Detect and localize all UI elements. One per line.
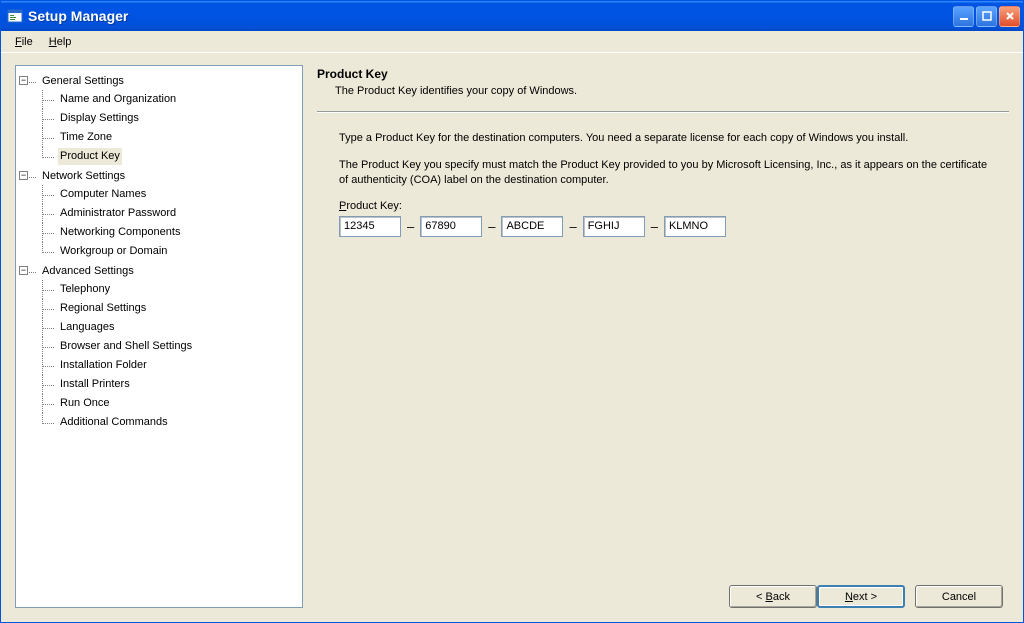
dash-icon: – [651, 219, 658, 234]
product-key-segment-5[interactable] [664, 216, 726, 237]
app-icon [7, 8, 23, 24]
tree-item-display-settings[interactable]: Display Settings [42, 110, 298, 127]
page-title: Product Key [317, 67, 1009, 81]
tree-item-run-once[interactable]: Run Once [42, 395, 298, 412]
tree-item-installation-folder[interactable]: Installation Folder [42, 357, 298, 374]
tree-item-administrator-password[interactable]: Administrator Password [42, 205, 298, 222]
titlebar[interactable]: Setup Manager [1, 1, 1023, 31]
wizard-buttons: < Back Next > Cancel [317, 575, 1009, 608]
product-key-label: Product Key: [339, 200, 989, 212]
tree-item-browser-shell[interactable]: Browser and Shell Settings [42, 338, 298, 355]
next-button[interactable]: Next > [817, 585, 905, 608]
tree-item-time-zone[interactable]: Time Zone [42, 129, 298, 146]
dash-icon: – [488, 219, 495, 234]
product-key-segment-3[interactable] [501, 216, 563, 237]
tree-expander-icon[interactable]: − [19, 171, 28, 180]
tree-item-name-organization[interactable]: Name and Organization [42, 91, 298, 108]
instruction-text-1: Type a Product Key for the destination c… [339, 131, 989, 146]
app-window: Setup Manager File Help − General Settin… [0, 0, 1024, 623]
back-button[interactable]: < Back [729, 585, 817, 608]
product-key-segment-1[interactable] [339, 216, 401, 237]
tree-item-install-printers[interactable]: Install Printers [42, 376, 298, 393]
tree-expander-icon[interactable]: − [19, 266, 28, 275]
product-key-segment-2[interactable] [420, 216, 482, 237]
navigation-tree[interactable]: − General Settings Name and Organization… [15, 65, 303, 608]
tree-item-advanced-settings[interactable]: Advanced Settings [24, 263, 298, 280]
client-area: − General Settings Name and Organization… [1, 53, 1023, 622]
tree-item-network-settings[interactable]: Network Settings [24, 168, 298, 185]
tree-item-additional-commands[interactable]: Additional Commands [42, 414, 298, 431]
tree-item-product-key[interactable]: Product Key [42, 148, 298, 165]
tree-item-languages[interactable]: Languages [42, 319, 298, 336]
tree-expander-icon[interactable]: − [19, 76, 28, 85]
cancel-button[interactable]: Cancel [915, 585, 1003, 608]
tree-item-regional-settings[interactable]: Regional Settings [42, 300, 298, 317]
minimize-button[interactable] [953, 6, 974, 27]
menu-file[interactable]: File [7, 34, 41, 50]
menubar: File Help [1, 31, 1023, 53]
page-description: The Product Key identifies your copy of … [317, 85, 1009, 97]
product-key-row: – – – – [339, 216, 989, 237]
tree-item-workgroup-domain[interactable]: Workgroup or Domain [42, 243, 298, 260]
menu-help[interactable]: Help [41, 34, 80, 50]
window-controls [953, 6, 1020, 27]
tree-item-computer-names[interactable]: Computer Names [42, 186, 298, 203]
dash-icon: – [407, 219, 414, 234]
tree-item-general-settings[interactable]: General Settings [24, 73, 298, 90]
instruction-text-2: The Product Key you specify must match t… [339, 158, 989, 188]
main-panel: Product Key The Product Key identifies y… [317, 65, 1009, 608]
divider [317, 111, 1009, 113]
window-title: Setup Manager [28, 8, 953, 24]
maximize-button[interactable] [976, 6, 997, 27]
tree-item-telephony[interactable]: Telephony [42, 281, 298, 298]
close-button[interactable] [999, 6, 1020, 27]
tree-item-networking-components[interactable]: Networking Components [42, 224, 298, 241]
dash-icon: – [569, 219, 576, 234]
product-key-segment-4[interactable] [583, 216, 645, 237]
